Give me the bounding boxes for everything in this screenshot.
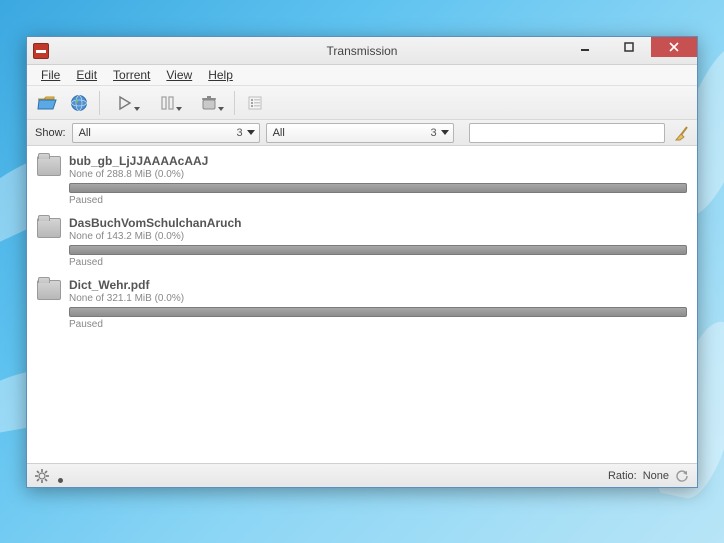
torrent-list: bub_gb_LjJJAAAAcAAJNone of 288.8 MiB (0.… [27, 146, 697, 463]
remove-button[interactable] [190, 90, 228, 116]
maximize-icon [624, 42, 634, 52]
close-button[interactable] [651, 37, 697, 57]
torrent-state: Paused [69, 319, 687, 330]
ratio-label: Ratio: [608, 470, 637, 482]
start-button[interactable] [106, 90, 144, 116]
torrent-state: Paused [69, 257, 687, 268]
progress-bar [69, 245, 687, 255]
folder-icon [37, 280, 61, 300]
menubar: File Edit Torrent View Help [27, 65, 697, 86]
refresh-icon [675, 469, 689, 483]
properties-icon [247, 95, 263, 111]
torrent-state: Paused [69, 195, 687, 206]
close-icon [669, 42, 679, 52]
main-window: Transmission File Edit Torrent View Help [26, 36, 698, 488]
menu-torrent[interactable]: Torrent [105, 66, 158, 84]
folder-icon [37, 156, 61, 176]
trash-icon [200, 95, 218, 111]
app-icon [33, 43, 49, 59]
minimize-button[interactable] [563, 37, 607, 57]
toolbar-separator [99, 91, 100, 115]
chevron-down-icon [441, 130, 449, 135]
menu-view[interactable]: View [158, 66, 200, 84]
torrent-status: None of 143.2 MiB (0.0%) [69, 231, 687, 242]
menu-file[interactable]: File [33, 66, 68, 84]
titlebar: Transmission [27, 37, 697, 65]
gear-icon [35, 469, 49, 483]
filter-bar: Show: All 3 All 3 [27, 120, 697, 146]
settings-button[interactable] [35, 469, 49, 483]
filter-tracker-combo[interactable]: All 3 [266, 123, 454, 143]
torrent-info: DasBuchVomSchulchanAruchNone of 143.2 Mi… [69, 216, 687, 268]
properties-button[interactable] [241, 90, 269, 116]
filter-tracker-count: 3 [430, 127, 436, 139]
folder-icon [37, 218, 61, 238]
torrent-row[interactable]: DasBuchVomSchulchanAruchNone of 143.2 Mi… [29, 212, 695, 274]
broom-icon [675, 125, 691, 141]
ratio-value: None [643, 470, 669, 482]
pause-icon [159, 95, 175, 111]
torrent-row[interactable]: bub_gb_LjJJAAAAcAAJNone of 288.8 MiB (0.… [29, 150, 695, 212]
search-input[interactable] [469, 123, 665, 143]
stats-button[interactable] [675, 469, 689, 483]
minimize-icon [580, 42, 590, 52]
torrent-status: None of 321.1 MiB (0.0%) [69, 293, 687, 304]
torrent-name: bub_gb_LjJJAAAAcAAJ [69, 154, 687, 168]
chevron-down-icon [134, 107, 140, 111]
menu-edit[interactable]: Edit [68, 66, 105, 84]
open-file-button[interactable] [33, 90, 61, 116]
filter-status-combo[interactable]: All 3 [72, 123, 260, 143]
pause-button[interactable] [148, 90, 186, 116]
show-label: Show: [35, 127, 66, 139]
statusbar: Ratio: None [27, 463, 697, 487]
torrent-status: None of 288.8 MiB (0.0%) [69, 169, 687, 180]
toolbar [27, 86, 697, 120]
open-url-button[interactable] [65, 90, 93, 116]
play-icon [117, 95, 133, 111]
chevron-down-icon [247, 130, 255, 135]
filter-status-count: 3 [236, 127, 242, 139]
progress-bar [69, 183, 687, 193]
window-controls [563, 37, 697, 57]
torrent-row[interactable]: Dict_Wehr.pdfNone of 321.1 MiB (0.0%) Pau… [29, 274, 695, 336]
folder-open-icon [37, 95, 57, 111]
torrent-name: Dict_Wehr.pdf [69, 278, 687, 292]
filter-tracker-value: All [273, 127, 285, 139]
torrent-info: Dict_Wehr.pdfNone of 321.1 MiB (0.0%) Pau… [69, 278, 687, 330]
toolbar-separator [234, 91, 235, 115]
progress-bar [69, 307, 687, 317]
globe-icon [70, 94, 88, 112]
chevron-down-icon [218, 107, 224, 111]
torrent-name: DasBuchVomSchulchanAruch [69, 216, 687, 230]
clear-search-button[interactable] [675, 125, 691, 141]
torrent-info: bub_gb_LjJJAAAAcAAJNone of 288.8 MiB (0.… [69, 154, 687, 206]
maximize-button[interactable] [607, 37, 651, 57]
filter-status-value: All [79, 127, 91, 139]
menu-help[interactable]: Help [200, 66, 241, 84]
chevron-down-icon [176, 107, 182, 111]
